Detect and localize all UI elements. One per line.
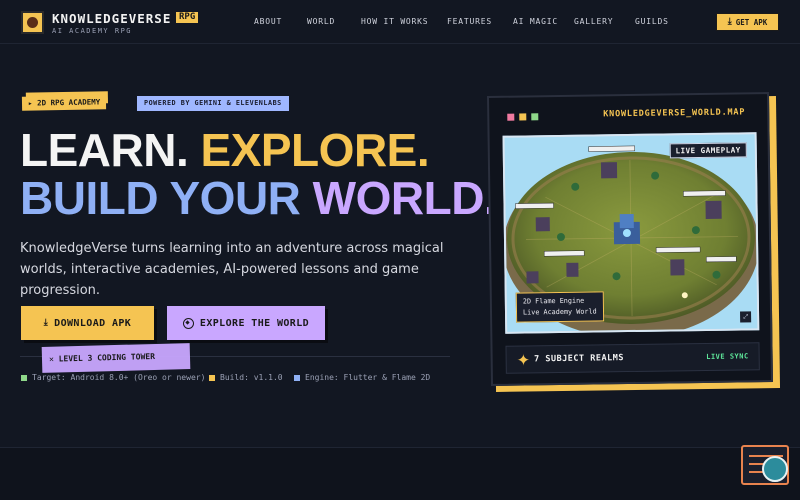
explore-world-button[interactable]: EXPLORE THE WORLD <box>167 306 325 340</box>
download-apk-button[interactable]: ⤓ DOWNLOAD APK <box>21 306 154 340</box>
nav-link-about[interactable]: ABOUT <box>254 17 282 26</box>
headline-world: WORLD. <box>312 172 497 224</box>
download-apk-label: DOWNLOAD APK <box>54 317 132 329</box>
meta-target: Target: Android 8.0+ (Oreo or newer) <box>21 373 205 382</box>
subject-realms-text: 7 SUBJECT REALMS <box>534 353 625 365</box>
headline-explore: EXPLORE. <box>200 124 430 176</box>
world-map-panel: KNOWLEDGEVERSE_WORLD.MAP LIVE GAMEPLAY 2… <box>486 92 774 386</box>
meta-build-text: Build: v1.1.0 <box>220 373 283 382</box>
engine-card-line-2: Live Academy World <box>522 307 597 317</box>
status-square-icon <box>209 374 215 381</box>
top-nav: KNOWLEDGEVERSE RPG AI ACADEMY RPG ABOUT … <box>0 0 800 44</box>
map-file-title: KNOWLEDGEVERSE_WORLD.MAP <box>603 107 746 120</box>
get-apk-button[interactable]: ⤓ GET APK <box>716 13 779 31</box>
window-dots <box>507 113 539 121</box>
nav-link-gallery[interactable]: GALLERY <box>574 17 613 26</box>
brand-name[interactable]: KNOWLEDGEVERSE <box>52 11 171 26</box>
engine-card: 2D Flame Engine Live Academy World <box>515 291 604 323</box>
nav-link-world[interactable]: WORLD <box>307 17 335 26</box>
rpg-academy-badge: ▸ 2D RPG ACADEMY <box>21 95 107 111</box>
download-icon: ⤓ <box>727 17 732 27</box>
explore-world-label: EXPLORE THE WORLD <box>199 317 310 329</box>
rpg-academy-label: 2D RPG ACADEMY <box>36 97 101 108</box>
hero-description: KnowledgeVerse turns learning into an ad… <box>20 241 444 298</box>
compass-icon <box>182 317 194 329</box>
search-magnifier-icon[interactable] <box>762 456 788 482</box>
level-sticker: ✕ LEVEL 3 CODING TOWER <box>41 343 191 373</box>
nav-link-guilds[interactable]: GUILDS <box>635 17 669 26</box>
headline-build-your: BUILD YOUR <box>20 172 301 224</box>
headline-line-2: BUILD YOUR WORLD. <box>20 172 497 224</box>
subject-realms-bar: ✦ 7 SUBJECT REALMS LIVE SYNC <box>505 342 760 374</box>
next-section <box>0 448 800 500</box>
get-apk-label: GET APK <box>735 17 768 27</box>
nav-link-ai-magic[interactable]: AI MAGIC <box>513 17 558 26</box>
download-icon: ⤓ <box>43 318 49 328</box>
meta-engine: Engine: Flutter & Flame 2D <box>294 373 430 382</box>
sparkle-icon: ✦ <box>516 349 531 370</box>
brand-logo-icon[interactable] <box>21 11 44 34</box>
window-dot-icon <box>531 113 539 121</box>
level-sticker-label: LEVEL 3 CODING TOWER <box>58 351 156 364</box>
brand-subtitle: AI ACADEMY RPG <box>52 27 133 35</box>
nav-link-how-it-works[interactable]: HOW IT WORKS <box>361 17 428 26</box>
status-square-icon <box>21 374 27 381</box>
fullscreen-icon[interactable]: ⤢ <box>740 311 752 323</box>
meta-build: Build: v1.1.0 <box>209 373 283 382</box>
meta-engine-text: Engine: Flutter & Flame 2D <box>305 373 431 382</box>
game-map-image[interactable]: LIVE GAMEPLAY 2D Flame Engine Live Acade… <box>502 132 760 334</box>
icon-line <box>749 471 763 473</box>
window-dot-icon <box>507 113 515 121</box>
headline-line-1: LEARN. EXPLORE. <box>20 124 430 176</box>
headline-learn: LEARN. <box>20 124 189 176</box>
live-gameplay-badge: LIVE GAMEPLAY <box>669 142 747 159</box>
status-square-icon <box>294 374 300 381</box>
brand-tag: RPG <box>176 12 199 23</box>
nav-link-features[interactable]: FEATURES <box>447 17 492 26</box>
live-sync-status: LIVE SYNC <box>706 352 749 361</box>
powered-by-badge: POWERED BY GEMINI & ELEVENLABS <box>137 96 289 111</box>
window-dot-icon <box>519 113 527 121</box>
meta-target-text: Target: Android 8.0+ (Oreo or newer) <box>32 373 206 382</box>
